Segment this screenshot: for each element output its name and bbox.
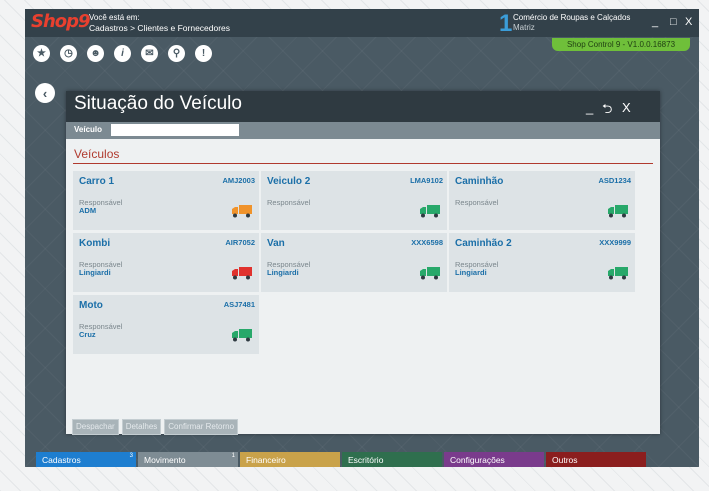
company-name: Comércio de Roupas e Calçados [513, 13, 631, 22]
minimize-button[interactable]: _ [652, 16, 658, 28]
tab-cadastros[interactable]: Cadastros 3 [36, 452, 136, 467]
section-title: Veículos [74, 147, 120, 161]
panel-header: Situação do Veículo _ ⮌ X [66, 91, 660, 122]
responsible-label: Responsável [267, 198, 311, 207]
panel-minimize-button[interactable]: _ [586, 100, 593, 115]
breadcrumb[interactable]: Cadastros > Clientes e Fornecedores [89, 23, 230, 33]
truck-status-icon [232, 205, 252, 218]
location-info: Você está em: Cadastros > Clientes e For… [89, 13, 230, 33]
vehicle-plate: XXX9999 [599, 238, 631, 247]
vehicle-card[interactable]: Carro 1 AMJ2003 Responsável ADM [73, 171, 259, 230]
tab-label: Movimento [144, 455, 186, 465]
responsible-name: ADM [79, 206, 97, 215]
close-button[interactable]: X [685, 16, 692, 28]
vehicle-name: Van [267, 238, 285, 249]
module-tabs: Cadastros 3 Movimento 1 Financeiro Escritório… [36, 452, 648, 467]
company-number: 1 [499, 10, 513, 37]
tab-outros[interactable]: Outros [546, 452, 646, 467]
app-logo: Shop9 [31, 11, 91, 32]
vehicle-plate: XXX6598 [411, 238, 443, 247]
vehicle-name: Caminhão [455, 176, 504, 187]
confirm-return-button[interactable]: Confirmar Retorno [164, 419, 239, 435]
location-label: Você está em: [89, 13, 140, 22]
truck-status-icon [232, 329, 252, 342]
section-divider [73, 163, 653, 164]
panel-restore-button[interactable]: ⮌ [602, 100, 612, 122]
tab-movimento[interactable]: Movimento 1 [138, 452, 238, 467]
version-badge: Shop Control 9 - V1.0.0.16873 [552, 38, 690, 51]
title-bar: Shop9 Você está em: Cadastros > Clientes… [25, 9, 699, 37]
tab-escritorio[interactable]: Escritório [342, 452, 442, 467]
truck-status-icon [608, 205, 628, 218]
tab-badge: 3 [129, 453, 133, 459]
responsible-label: Responsável [455, 198, 499, 207]
tab-badge: 1 [231, 453, 235, 459]
responsible-name: Lingiardi [267, 268, 299, 277]
vehicle-name: Caminhão 2 [455, 238, 512, 249]
responsible-name: Lingiardi [79, 268, 111, 277]
clock-icon[interactable]: ◷ [60, 45, 77, 62]
alert-icon[interactable]: ! [195, 45, 212, 62]
vehicle-plate: AIR7052 [225, 238, 255, 247]
tab-label: Escritório [348, 455, 384, 465]
tab-label: Configurações [450, 455, 505, 465]
users-icon[interactable]: ☻ [87, 45, 104, 62]
vehicle-card[interactable]: Moto ASJ7481 Responsável Cruz [73, 295, 259, 354]
vehicle-filter-bar: Veículo [66, 122, 660, 139]
vehicle-plate: AMJ2003 [222, 176, 255, 185]
responsible-name: Lingiardi [455, 268, 487, 277]
toolbar: ★ ◷ ☻ i ✉ ⚲ ! [33, 45, 212, 63]
responsible-name: Cruz [79, 330, 96, 339]
vehicle-plate: LMA9102 [410, 176, 443, 185]
search-icon[interactable]: ⚲ [168, 45, 185, 62]
details-button[interactable]: Detalhes [121, 419, 162, 435]
vehicle-filter-label: Veículo [74, 125, 103, 134]
tab-financeiro[interactable]: Financeiro [240, 452, 340, 467]
vehicle-card[interactable]: Van XXX6598 Responsável Lingiardi [261, 233, 447, 292]
mail-icon[interactable]: ✉ [141, 45, 158, 62]
truck-status-icon [420, 205, 440, 218]
truck-status-icon [420, 267, 440, 280]
vehicle-name: Moto [79, 300, 103, 311]
truck-status-icon [232, 267, 252, 280]
tab-label: Financeiro [246, 455, 286, 465]
tab-label: Outros [552, 455, 578, 465]
vehicle-filter-input[interactable] [111, 124, 239, 136]
vehicle-status-panel: Situação do Veículo _ ⮌ X Veículo Veícul… [66, 91, 660, 435]
panel-title: Situação do Veículo [74, 93, 242, 114]
vehicle-name: Veiculo 2 [267, 176, 311, 187]
company-branch: Matriz [513, 23, 535, 32]
dispatch-button[interactable]: Despachar [72, 419, 119, 435]
vehicle-card[interactable]: Kombi AIR7052 Responsável Lingiardi [73, 233, 259, 292]
tab-configuracoes[interactable]: Configurações [444, 452, 544, 467]
star-icon[interactable]: ★ [33, 45, 50, 62]
vehicle-plate: ASD1234 [598, 176, 631, 185]
info-icon[interactable]: i [114, 45, 131, 62]
maximize-button[interactable]: □ [670, 16, 677, 28]
panel-close-button[interactable]: X [622, 100, 631, 115]
vehicle-card[interactable]: Veiculo 2 LMA9102 Responsável [261, 171, 447, 230]
company-info[interactable]: Comércio de Roupas e Calçados Matriz [513, 13, 630, 33]
vehicle-card[interactable]: Caminhão 2 XXX9999 Responsável Lingiardi [449, 233, 635, 292]
app-window: Shop9 Você está em: Cadastros > Clientes… [25, 9, 699, 467]
tab-label: Cadastros [42, 455, 81, 465]
truck-status-icon [608, 267, 628, 280]
back-button[interactable]: ‹ [35, 83, 55, 103]
vehicle-card[interactable]: Caminhão ASD1234 Responsável [449, 171, 635, 230]
vehicle-name: Kombi [79, 238, 111, 249]
vehicle-name: Carro 1 [79, 176, 115, 187]
vehicle-plate: ASJ7481 [223, 300, 255, 309]
action-bar: Despachar Detalhes Confirmar Retorno [72, 419, 239, 435]
